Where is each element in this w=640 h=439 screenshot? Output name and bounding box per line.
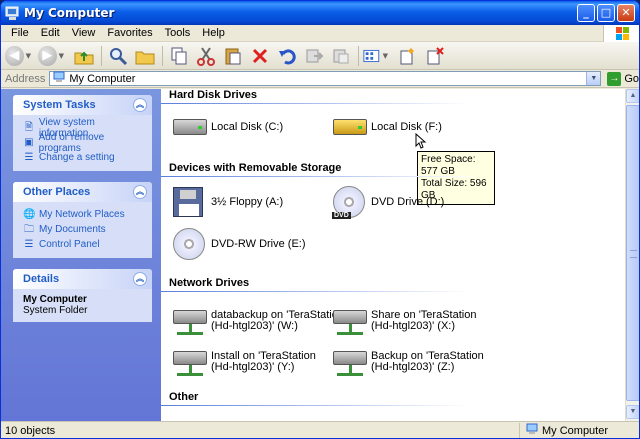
add-remove-programs-link[interactable]: ▣ Add or remove programs: [23, 132, 146, 154]
details-name: My Computer: [23, 294, 87, 305]
task-pane: System Tasks ︽ 🗎 View system information…: [1, 89, 161, 421]
cut-icon[interactable]: [193, 44, 219, 68]
up-folder-icon[interactable]: [71, 44, 97, 68]
other-places-header[interactable]: Other Places ︽: [13, 182, 152, 202]
network-drive-icon: [173, 306, 207, 336]
collapse-chevron-icon[interactable]: ︽: [133, 185, 147, 199]
details-header[interactable]: Details ︽: [13, 269, 152, 289]
hard-disk-icon: [333, 119, 367, 135]
menu-bar: File Edit View Favorites Tools Help: [1, 25, 639, 42]
control-panel-link[interactable]: ☰ Control Panel: [23, 237, 146, 252]
windows-logo-icon: [603, 25, 639, 42]
dvd-disc-icon: DVD: [332, 186, 365, 219]
my-computer-icon: [5, 6, 20, 21]
details-panel: Details ︽ My Computer System Folder: [13, 269, 152, 322]
collapse-chevron-icon[interactable]: ︽: [133, 98, 147, 112]
menu-help[interactable]: Help: [196, 25, 231, 42]
dvd-drive-d[interactable]: DVD DVD Drive (D:): [332, 186, 444, 219]
back-icon[interactable]: ◀ ▼: [5, 44, 31, 68]
mouse-cursor-icon: [415, 132, 427, 152]
floppy-disk-icon: [173, 187, 203, 217]
copy-to-icon[interactable]: [166, 44, 192, 68]
disconnect-icon[interactable]: [422, 44, 448, 68]
address-label: Address: [5, 72, 46, 85]
other-places-title: Other Places: [23, 186, 91, 198]
move-to-icon[interactable]: [301, 44, 327, 68]
status-computer-icon: [526, 423, 538, 438]
close-button[interactable]: ✕: [617, 4, 635, 22]
network-group-header: Network Drives: [169, 277, 250, 289]
go-arrow-icon: →: [607, 71, 622, 86]
toolbar: ◀ ▼ ▶ ▼ ▼: [1, 42, 639, 70]
forward-icon[interactable]: ▶ ▼: [38, 44, 64, 68]
status-bar: 10 objects My Computer: [1, 421, 639, 438]
views-icon[interactable]: ▼: [362, 44, 388, 68]
menu-tools[interactable]: Tools: [159, 25, 197, 42]
address-computer-icon: [53, 71, 65, 86]
hard-disk-icon: [173, 119, 207, 135]
status-location: My Computer: [542, 424, 609, 437]
system-tasks-header[interactable]: System Tasks ︽: [13, 95, 152, 115]
other-places-panel: Other Places ︽ 🌐 My Network Places 🗀 My …: [13, 182, 152, 258]
removable-group-header: Devices with Removable Storage: [169, 162, 342, 174]
go-label: Go: [624, 72, 639, 85]
minimize-button[interactable]: _: [577, 4, 595, 22]
collapse-chevron-icon[interactable]: ︽: [133, 272, 147, 286]
title-bar[interactable]: My Computer _ □ ✕: [1, 1, 639, 25]
system-info-icon: 🗎: [24, 121, 33, 133]
my-documents-link[interactable]: 🗀 My Documents: [23, 222, 146, 237]
network-drive-icon: [333, 347, 367, 377]
network-drive-w[interactable]: databackup on 'TeraStation (Hd-htgl203)' …: [173, 306, 344, 336]
folders-icon[interactable]: [132, 44, 158, 68]
network-drive-icon: [173, 347, 207, 377]
maximize-button[interactable]: □: [597, 4, 615, 22]
network-drive-icon: [333, 306, 367, 336]
control-panel-icon: ☰: [24, 238, 34, 250]
scroll-down-icon[interactable]: ▼: [626, 405, 639, 419]
dvd-rw-drive-e[interactable]: DVD-RW Drive (E:): [173, 228, 306, 260]
file-view: Hard Disk Drives Local Disk (C:) Local D…: [161, 89, 625, 421]
properties-icon[interactable]: [395, 44, 421, 68]
add-remove-icon: ▣: [24, 136, 34, 148]
window-title: My Computer: [24, 6, 115, 20]
explorer-window: My Computer _ □ ✕ File Edit View Favorit…: [0, 0, 640, 439]
other-group-header: Other: [169, 391, 199, 403]
system-tasks-panel: System Tasks ︽ 🗎 View system information…: [13, 95, 152, 171]
my-documents-icon: 🗀: [24, 223, 34, 235]
vertical-scrollbar[interactable]: ▲ ▼: [625, 89, 639, 421]
local-disk-c[interactable]: Local Disk (C:): [173, 119, 283, 135]
menu-view[interactable]: View: [66, 25, 102, 42]
network-drive-z[interactable]: Backup on 'TeraStation (Hd-htgl203)' (Z:): [333, 347, 484, 377]
scroll-thumb[interactable]: [626, 105, 639, 401]
undo-icon[interactable]: [274, 44, 300, 68]
network-drive-y[interactable]: Install on 'TeraStation (Hd-htgl203)' (Y:…: [173, 347, 316, 377]
paste-icon[interactable]: [220, 44, 246, 68]
network-places-icon: 🌐: [23, 208, 36, 220]
address-bar: Address My Computer ▼ → Go: [1, 70, 639, 88]
search-icon[interactable]: [105, 44, 131, 68]
hard-disk-group-header: Hard Disk Drives: [169, 89, 258, 101]
delete-icon[interactable]: [247, 44, 273, 68]
object-count: 10 objects: [5, 424, 56, 437]
floppy-a[interactable]: 3½ Floppy (A:): [173, 187, 283, 217]
my-network-places-link[interactable]: 🌐 My Network Places: [23, 207, 146, 222]
address-value: My Computer: [69, 72, 136, 85]
details-title: Details: [23, 273, 60, 285]
scroll-up-icon[interactable]: ▲: [626, 89, 639, 103]
menu-favorites[interactable]: Favorites: [101, 25, 158, 42]
control-panel-icon: ☰: [24, 151, 34, 163]
go-button[interactable]: → Go: [607, 71, 639, 86]
menu-edit[interactable]: Edit: [35, 25, 66, 42]
address-input[interactable]: My Computer ▼: [49, 71, 602, 86]
copy-folder-icon[interactable]: [328, 44, 354, 68]
address-dropdown-icon[interactable]: ▼: [586, 72, 601, 85]
details-type: System Folder: [23, 305, 88, 316]
cd-disc-icon: [173, 228, 205, 260]
menu-file[interactable]: File: [5, 25, 35, 42]
system-tasks-title: System Tasks: [23, 99, 96, 111]
network-drive-x[interactable]: Share on 'TeraStation (Hd-htgl203)' (X:): [333, 306, 476, 336]
